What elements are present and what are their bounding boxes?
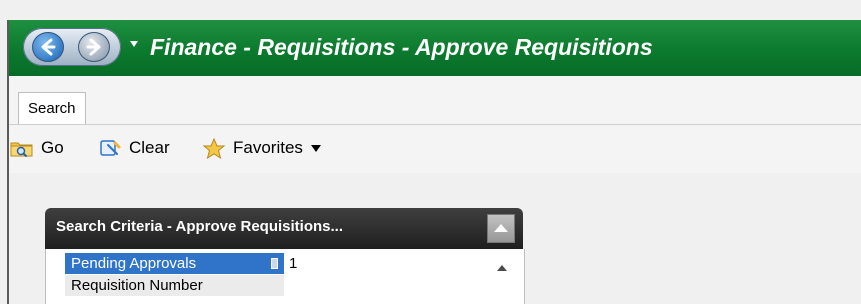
tab-search[interactable]: Search <box>18 92 86 124</box>
panel-body: Pending Approvals 1 Requisition Number <box>45 249 525 304</box>
criteria-row: Pending Approvals 1 <box>65 253 517 274</box>
forward-arrow-icon <box>86 38 101 56</box>
go-button[interactable]: Go <box>9 135 64 161</box>
go-label: Go <box>41 138 64 157</box>
criteria-row: Requisition Number <box>65 275 517 296</box>
favorites-dropdown-icon[interactable] <box>310 144 321 152</box>
tab-strip: Search <box>9 76 861 125</box>
scroll-up-icon[interactable] <box>497 265 507 271</box>
search-criteria-panel: Search Criteria - Approve Requisitions..… <box>45 208 525 304</box>
clear-label: Clear <box>129 138 170 157</box>
toolbar: Go Clear Favorites <box>9 125 861 173</box>
page-title: Finance - Requisitions - Approve Requisi… <box>150 34 653 60</box>
top-gap <box>0 0 861 20</box>
title-bar: Finance - Requisitions - Approve Requisi… <box>9 20 861 76</box>
panel-header: Search Criteria - Approve Requisitions..… <box>45 208 523 249</box>
criteria-label[interactable]: Requisition Number <box>65 275 284 296</box>
panel-title: Search Criteria - Approve Requisitions..… <box>56 218 344 235</box>
history-dropdown-icon[interactable] <box>130 41 138 47</box>
back-button[interactable] <box>32 32 64 62</box>
field-indicator-icon <box>271 258 278 269</box>
favorites-button[interactable]: Favorites <box>201 135 321 161</box>
star-icon <box>202 137 226 159</box>
folder-search-icon <box>10 142 33 157</box>
collapse-button[interactable] <box>487 214 515 243</box>
criteria-label[interactable]: Pending Approvals <box>65 253 284 274</box>
criteria-value[interactable]: 1 <box>289 253 297 274</box>
clear-button[interactable]: Clear <box>97 135 170 161</box>
navigation-control <box>23 28 121 66</box>
favorites-label: Favorites <box>233 138 303 157</box>
content-area: Search Criteria - Approve Requisitions..… <box>9 173 861 304</box>
clear-icon <box>100 140 121 156</box>
forward-button[interactable] <box>78 32 110 62</box>
back-arrow-icon <box>41 38 56 56</box>
